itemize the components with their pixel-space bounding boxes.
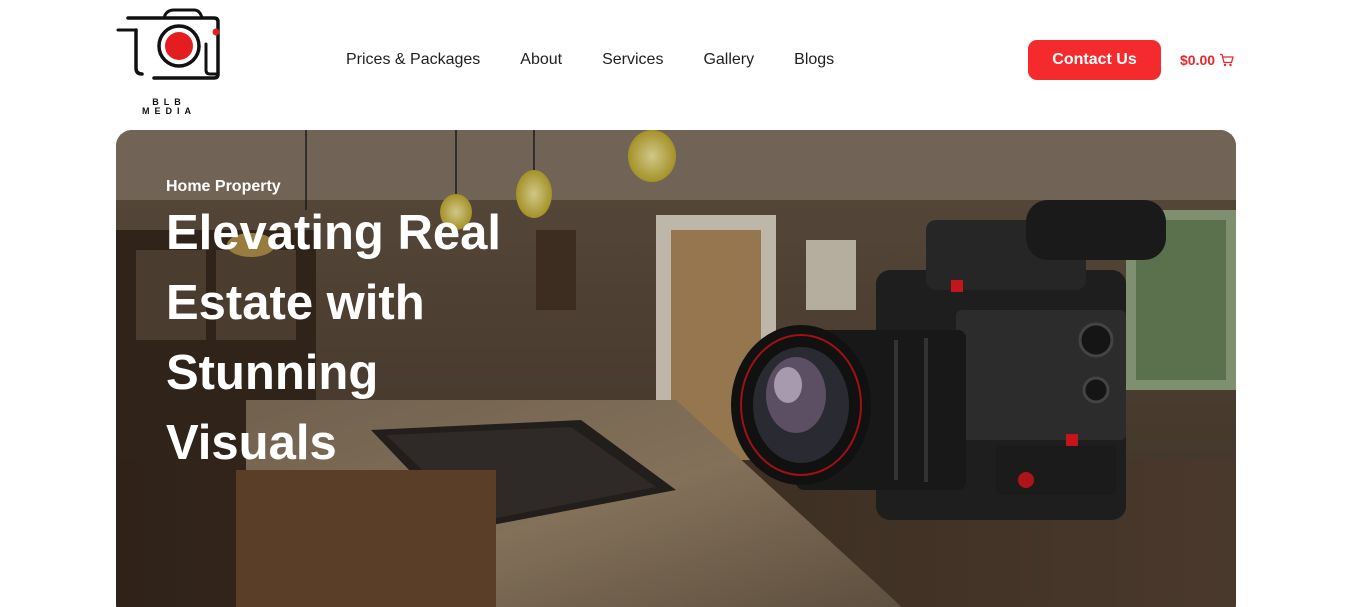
nav-item-about[interactable]: About	[520, 51, 562, 69]
hero-kicker: Home Property	[166, 178, 281, 195]
nav-item-blogs[interactable]: Blogs	[794, 51, 834, 69]
site-header: BLB MEDIA Prices & Packages About Servic…	[0, 0, 1354, 125]
logo-line-2: MEDIA	[142, 106, 196, 116]
cinema-camera-image	[731, 200, 1166, 520]
nav-item-prices-packages[interactable]: Prices & Packages	[346, 51, 480, 69]
logo-wordmark: BLB MEDIA	[114, 98, 224, 116]
nav-item-gallery[interactable]: Gallery	[703, 51, 754, 69]
cart-link[interactable]: $0.00	[1180, 50, 1234, 70]
hero-banner: Home Property Elevating Real Estate with…	[116, 130, 1236, 607]
brand-logo[interactable]: BLB MEDIA	[114, 8, 224, 116]
contact-us-button[interactable]: Contact Us	[1028, 40, 1161, 80]
main-nav: Prices & Packages About Services Gallery…	[326, 48, 854, 72]
nav-item-services[interactable]: Services	[602, 51, 663, 69]
cart-icon	[1220, 53, 1234, 67]
camera-logo-icon	[116, 8, 220, 80]
cart-total: $0.00	[1180, 52, 1216, 68]
hero-title: Elevating Real Estate with Stunning Visu…	[166, 206, 501, 470]
